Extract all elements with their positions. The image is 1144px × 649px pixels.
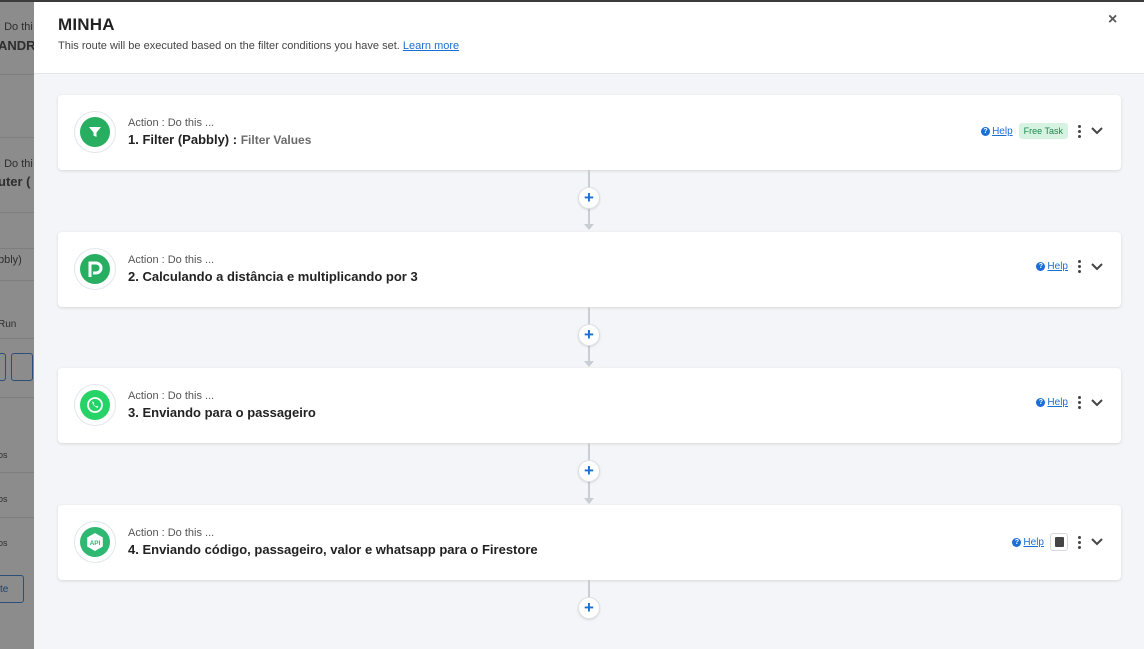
note-icon — [1054, 537, 1064, 547]
step-controls: ? Help — [1012, 533, 1103, 551]
route-modal: MINHA This route will be executed based … — [34, 0, 1144, 649]
filter-icon — [80, 117, 110, 147]
step-controls: ? Help — [1036, 396, 1103, 409]
help-label: Help — [992, 125, 1013, 137]
step-icon-wrapper: API — [74, 521, 116, 563]
bg-fragment: bbly) — [0, 254, 22, 266]
step-card-1[interactable]: Action : Do this ... 1. Filter (Pabbly) … — [58, 95, 1121, 170]
connector-arrow-icon — [584, 498, 594, 504]
more-options-icon[interactable] — [1074, 124, 1085, 138]
step-card-2[interactable]: Action : Do this ... 2. Calculando a dis… — [58, 232, 1121, 307]
bg-fragment: ANDR — [0, 38, 36, 53]
chevron-down-icon[interactable] — [1091, 127, 1103, 135]
modal-title: MINHA — [58, 15, 115, 34]
help-link[interactable]: ? Help — [1036, 261, 1068, 272]
bg-fragment: os — [0, 538, 8, 548]
bg-fragment: os — [0, 450, 8, 460]
bg-fragment: os — [0, 494, 8, 504]
chevron-down-icon[interactable] — [1091, 398, 1103, 407]
help-label: Help — [1023, 536, 1044, 548]
step-title: 2. Calculando a distância e multiplicand… — [128, 269, 418, 284]
close-icon[interactable]: × — [1108, 11, 1117, 29]
help-icon: ? — [981, 126, 991, 136]
more-options-icon[interactable] — [1074, 396, 1085, 409]
svg-text:API: API — [90, 540, 101, 547]
step-action-label: Action : Do this ... — [128, 254, 215, 266]
connector-arrow-icon — [584, 361, 594, 367]
help-link[interactable]: ? Help — [981, 126, 1013, 137]
help-label: Help — [1047, 261, 1068, 272]
step-subtitle: Filter Values — [240, 133, 312, 147]
help-link[interactable]: ? Help — [1012, 537, 1044, 548]
step-controls: ? Help — [1036, 260, 1103, 273]
step-card-4[interactable]: API Action : Do this ... 4. Enviando cód… — [58, 505, 1121, 580]
connector-arrow-icon — [584, 224, 594, 230]
learn-more-link[interactable]: Learn more — [403, 40, 459, 52]
bg-fragment: : Do thi — [0, 21, 33, 33]
api-icon: API — [80, 527, 110, 557]
help-label: Help — [1047, 397, 1068, 408]
help-icon: ? — [1012, 537, 1022, 547]
bg-button — [0, 353, 6, 381]
notes-button[interactable] — [1050, 533, 1068, 551]
modal-subtitle-text: This route will be executed based on the… — [58, 40, 400, 52]
bg-fragment: : Do thi — [0, 158, 33, 170]
more-options-icon[interactable] — [1074, 260, 1085, 273]
step-icon-wrapper — [74, 384, 116, 426]
step-icon-wrapper — [74, 248, 116, 290]
step-controls: ? Help Free Task — [981, 123, 1103, 139]
pabbly-icon — [80, 254, 110, 284]
chevron-down-icon[interactable] — [1091, 538, 1103, 546]
step-title: 1. Filter (Pabbly) : Filter Values — [128, 132, 311, 147]
add-step-button[interactable]: + — [578, 460, 600, 482]
chevron-down-icon[interactable] — [1091, 262, 1103, 271]
step-action-label: Action : Do this ... — [128, 527, 215, 539]
whatsapp-icon — [80, 390, 110, 420]
step-action-label: Action : Do this ... — [128, 390, 215, 402]
step-title: 3. Enviando para o passageiro — [128, 405, 316, 420]
add-step-button[interactable]: + — [578, 324, 600, 346]
more-options-icon[interactable] — [1074, 535, 1085, 549]
add-step-button[interactable]: + — [578, 187, 600, 209]
step-action-label: Action : Do this ... — [128, 117, 215, 129]
step-card-3[interactable]: Action : Do this ... 3. Enviando para o … — [58, 368, 1121, 443]
add-step-button[interactable]: + — [578, 597, 600, 619]
modal-header: MINHA This route will be executed based … — [34, 2, 1144, 74]
step-title-text: 1. Filter (Pabbly) : — [128, 132, 238, 147]
help-icon: ? — [1036, 398, 1046, 407]
help-icon: ? — [1036, 262, 1046, 271]
help-link[interactable]: ? Help — [1036, 397, 1068, 408]
bg-button — [11, 353, 33, 381]
bg-fragment: uter ( — [0, 174, 31, 189]
bg-fragment: te — [0, 584, 9, 595]
free-task-badge: Free Task — [1018, 123, 1068, 139]
bg-fragment: Run — [0, 319, 17, 330]
step-title: 4. Enviando código, passageiro, valor e … — [128, 542, 538, 557]
step-icon-wrapper — [74, 111, 116, 153]
modal-subtitle: This route will be executed based on the… — [58, 40, 459, 52]
